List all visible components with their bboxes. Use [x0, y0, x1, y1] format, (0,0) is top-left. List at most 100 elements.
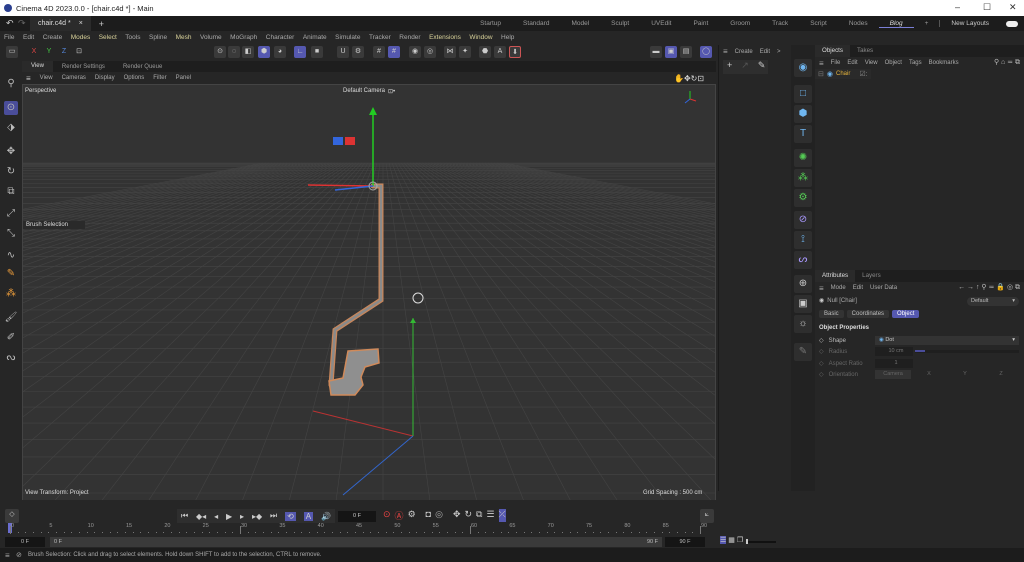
subtab-basic[interactable]: Basic — [819, 310, 844, 318]
solo-icon[interactable]: ■ — [311, 46, 323, 58]
symmetry-icon[interactable]: ⋈ — [444, 46, 456, 58]
motion-clip-icon[interactable]: ◘ — [426, 509, 431, 522]
loop-icon[interactable]: ⟲ — [285, 511, 296, 521]
layout-track[interactable]: Track — [761, 20, 799, 27]
render-preview-icon[interactable]: ⬣ — [479, 46, 491, 58]
record-icon[interactable]: ⊙ — [383, 509, 391, 522]
menu-extensions[interactable]: Extensions — [429, 34, 461, 41]
camera-icon[interactable]: ⊡• — [388, 88, 395, 95]
viewport[interactable]: Perspective Default Camera ⊡• Brush Sele… — [22, 84, 716, 501]
attributes-menu-mode[interactable]: Mode — [831, 285, 846, 291]
subtab-object[interactable]: Object — [892, 310, 920, 318]
tab-layers[interactable]: Layers — [855, 270, 888, 282]
new-layouts-button[interactable]: New Layouts — [939, 20, 1000, 27]
layout-uvedit[interactable]: UVEdit — [640, 20, 682, 27]
maximize-button[interactable]: ☐ — [983, 2, 991, 13]
zoom-slider[interactable] — [746, 539, 776, 544]
add-icon[interactable]: + — [727, 60, 732, 74]
redo-icon[interactable]: ↷ — [18, 18, 26, 29]
tab-objects[interactable]: Objects — [815, 45, 850, 57]
layout-nodes[interactable]: Nodes — [838, 20, 879, 27]
go-to-start-icon[interactable]: ⏮ — [181, 511, 188, 521]
previous-frame-icon[interactable]: ◂ — [214, 512, 218, 521]
point-level-icon[interactable]: ⤫ — [498, 509, 506, 522]
objects-menu-tags[interactable]: Tags — [909, 60, 922, 66]
arrow-icon[interactable]: ↗ — [741, 60, 749, 74]
orientation-x[interactable]: X — [911, 370, 947, 379]
cloner-icon[interactable]: ⁂ — [794, 169, 812, 187]
tab-render-queue[interactable]: Render Queue — [114, 64, 171, 70]
viewport-nav-icons[interactable]: ✋✥↻⊡ — [674, 74, 704, 83]
list-view-icon[interactable]: ☰ — [720, 536, 727, 544]
model-mode-icon[interactable]: ⬢ — [258, 46, 270, 58]
current-frame-field[interactable]: 0 F — [338, 511, 376, 522]
end-frame-field[interactable]: 90 F — [665, 537, 705, 547]
user-icon[interactable]: ◯ — [700, 46, 712, 58]
next-frame-icon[interactable]: ▸ — [240, 512, 244, 521]
add-tab-button[interactable]: + — [99, 19, 104, 29]
menu-mesh[interactable]: Mesh — [176, 34, 192, 41]
attributes-menu-user-data[interactable]: User Data — [870, 285, 897, 291]
orientation-y[interactable]: Y — [947, 370, 983, 379]
menu-select[interactable]: Select — [99, 34, 117, 41]
edit-icon[interactable]: ✎ — [794, 343, 812, 361]
asset-menu-more[interactable]: > — [777, 49, 781, 55]
time-ruler[interactable]: 0 5 10 15 20 25 30 35 40 45 50 55 60 65 70 75 80 85 90 — [8, 522, 712, 534]
field-icon[interactable]: ⟟ — [794, 231, 812, 249]
object-name[interactable]: Chair — [836, 71, 850, 77]
generator-icon[interactable]: ✺ — [794, 149, 812, 167]
scale-key-icon[interactable]: ⧉ — [476, 509, 482, 522]
menu-mograph[interactable]: MoGraph — [230, 34, 257, 41]
tab-takes[interactable]: Takes — [850, 45, 880, 57]
subtab-coordinates[interactable]: Coordinates — [846, 310, 890, 318]
hamburger-icon[interactable]: ≡ — [5, 551, 10, 560]
workplane-icon[interactable]: ∟ — [294, 46, 306, 58]
param-key-icon[interactable]: ☰ — [486, 509, 494, 522]
close-button[interactable]: ✕ — [1009, 2, 1017, 13]
lights-icon[interactable]: ✦ — [459, 46, 471, 58]
viewport-menu-display[interactable]: Display — [95, 75, 115, 81]
spline-icon[interactable]: ᔕ — [794, 251, 812, 269]
viewport-menu-cameras[interactable]: Cameras — [62, 75, 86, 81]
keyframe-mode-icon[interactable]: ◇ — [5, 509, 19, 523]
asset-menu-create[interactable]: Create — [735, 49, 753, 55]
attribute-nav-icons[interactable]: ← → ↑ ⚲ ≂ 🔒 ◎ ⧉ — [958, 283, 1020, 292]
object-row-chair[interactable]: ⊟ ◉ Chair ☑: — [815, 69, 871, 79]
menu-tracker[interactable]: Tracker — [369, 34, 391, 41]
preview-range[interactable]: 0 F 0 F 90 F 90 F — [5, 537, 705, 547]
sketch-icon[interactable]: ✎ — [4, 267, 18, 281]
move-tool-icon[interactable]: ✥ — [4, 145, 18, 159]
tab-chair[interactable]: chair.c4d * × — [30, 16, 91, 31]
move-selection-icon[interactable]: ⬗ — [4, 121, 18, 135]
timeline-graph-icon[interactable]: ⟀ — [700, 509, 714, 523]
environment-icon[interactable]: ⊕ — [794, 275, 812, 293]
coordinate-system-icon[interactable]: ⊡ — [73, 46, 85, 58]
layout-blog[interactable]: Blog — [878, 20, 914, 28]
aspect-ratio-field[interactable]: 1 — [875, 359, 913, 368]
points-mode-icon[interactable]: ⊙ — [214, 46, 226, 58]
previous-key-icon[interactable]: ◆◂ — [196, 512, 206, 521]
scheme-icon[interactable]: ◎ — [435, 509, 443, 522]
menu-modes[interactable]: Modes — [71, 34, 91, 41]
brush-selection-label[interactable]: Brush Selection — [23, 221, 85, 229]
x-axis-lock[interactable]: X — [28, 46, 40, 58]
hamburger-icon[interactable]: ≡ — [819, 284, 824, 293]
edges-mode-icon[interactable]: ◌ — [228, 46, 240, 58]
objects-menu-edit[interactable]: Edit — [847, 60, 857, 66]
effector-icon[interactable]: ⚙ — [794, 189, 812, 207]
menu-help[interactable]: Help — [501, 34, 514, 41]
tab-render-settings[interactable]: Render Settings — [53, 64, 114, 70]
menu-simulate[interactable]: Simulate — [335, 34, 360, 41]
z-axis-lock[interactable]: Z — [58, 46, 70, 58]
menu-tools[interactable]: Tools — [125, 34, 140, 41]
autokey-icon[interactable]: Ⓐ — [395, 509, 404, 522]
texture-mode-icon[interactable]: ◕ — [274, 46, 286, 58]
layout-sculpt[interactable]: Sculpt — [600, 20, 640, 27]
grid-view-icon[interactable]: ▦ — [728, 536, 735, 544]
layout-startup[interactable]: Startup — [469, 20, 512, 27]
position-key-icon[interactable]: ✥ — [453, 509, 461, 522]
orientation-camera[interactable]: Camera — [875, 370, 911, 379]
render-view-icon[interactable]: ▬ — [650, 46, 662, 58]
null-object-icon[interactable]: ◉ — [794, 59, 812, 77]
hamburger-icon[interactable]: ≡ — [819, 59, 824, 68]
